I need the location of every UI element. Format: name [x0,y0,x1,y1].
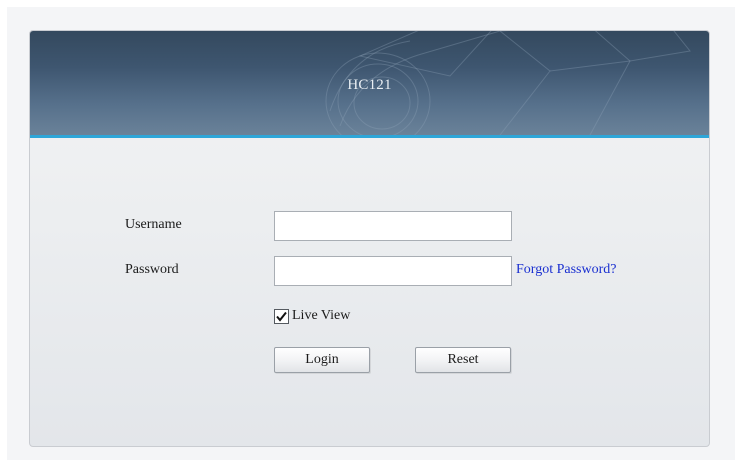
device-title: HC121 [347,77,392,93]
live-view-label: Live View [292,308,351,323]
live-view-checkbox-box[interactable] [274,308,289,324]
forgot-password-link[interactable]: Forgot Password? [516,262,616,278]
login-button-label: Login [305,352,339,367]
header-banner: HC121 [30,31,709,135]
username-label: Username [125,217,182,232]
username-input[interactable] [274,211,512,241]
reset-button-label: Reset [447,352,479,367]
password-input[interactable] [274,256,512,286]
live-view-checkbox[interactable]: Live View [274,307,350,325]
password-label: Password [125,262,179,277]
login-button[interactable]: Login [274,347,370,373]
banner-accent-line [30,135,709,138]
reset-button[interactable]: Reset [415,347,511,373]
checkmark-icon [276,311,287,322]
